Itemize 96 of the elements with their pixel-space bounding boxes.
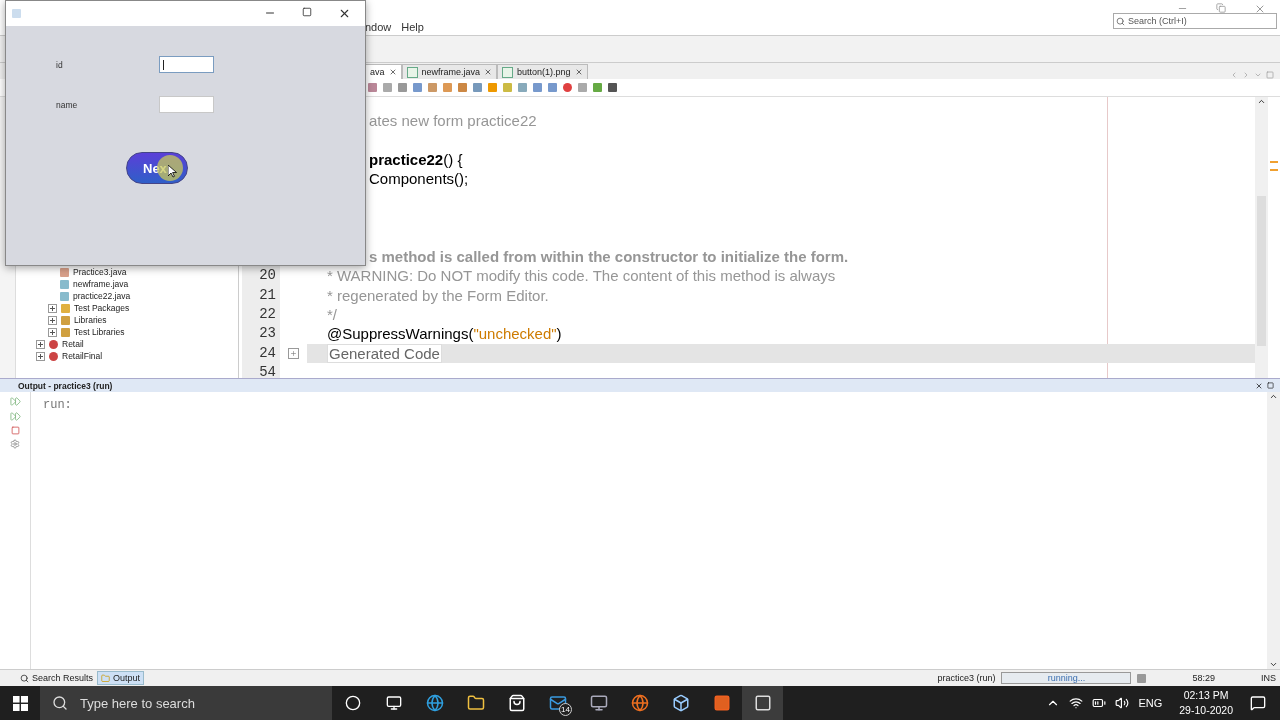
expand-icon[interactable] — [36, 339, 45, 349]
folder-icon — [466, 694, 485, 712]
volume-icon — [1115, 696, 1130, 710]
bottom-tab[interactable]: Output — [97, 671, 145, 685]
scroll-up-icon — [1269, 392, 1278, 401]
mouse-cursor-icon — [168, 165, 177, 178]
settings-icon — [10, 439, 20, 449]
file-icon — [406, 66, 418, 78]
field-label: name — [56, 99, 79, 110]
code-text: @SuppressWarnings( — [327, 325, 474, 343]
browser-icon — [425, 694, 444, 712]
menu-item[interactable]: ndow — [365, 21, 392, 33]
output-title: Output - practice3 (run) — [18, 380, 113, 391]
app-icon — [712, 694, 731, 712]
expand-icon[interactable] — [36, 351, 45, 361]
code-text: */ — [327, 305, 337, 323]
rerun-icon — [9, 396, 21, 407]
store-icon — [507, 694, 526, 712]
line-number: 22 — [259, 305, 276, 322]
maximize-icon — [1267, 381, 1274, 389]
tree-item[interactable]: Libraries — [74, 315, 107, 325]
line-number: 21 — [259, 286, 276, 303]
caret-position: 58:29 — [1191, 673, 1216, 683]
battery-icon — [1092, 696, 1107, 710]
line-number: 54 — [259, 364, 276, 378]
line-number: 20 — [259, 267, 276, 284]
bottom-tab[interactable]: Search Results — [16, 671, 98, 685]
close-icon — [484, 68, 493, 76]
tree-item[interactable]: practice22.java — [73, 291, 131, 301]
clock-time[interactable]: 02:13 PM — [1183, 688, 1229, 703]
next-button[interactable]: Nex — [126, 152, 188, 184]
mail-badge: 14 — [559, 703, 572, 716]
stop-icon[interactable] — [578, 83, 587, 92]
notifications-icon — [1250, 695, 1266, 711]
taskbar-search-field[interactable]: Type here to search — [40, 686, 332, 720]
close-icon — [338, 7, 351, 20]
tree-item[interactable]: Test Libraries — [74, 327, 125, 337]
browser-icon — [630, 694, 649, 712]
insert-mode: INS — [1261, 673, 1276, 683]
close-icon — [388, 68, 397, 76]
text-field[interactable] — [159, 56, 214, 73]
restore-icon — [1216, 3, 1226, 13]
code-text: s method is called from within the constructor to initialize the form. — [369, 247, 849, 265]
menu-item[interactable]: Help — [401, 21, 424, 33]
wifi-icon — [1069, 696, 1084, 710]
code-text: ) — [556, 325, 562, 343]
output-text: run: — [43, 398, 72, 412]
field-label: id — [56, 59, 64, 70]
search-field[interactable]: Search (Ctrl+I) — [1113, 13, 1277, 29]
text-field[interactable] — [159, 96, 214, 113]
expand-fold-icon[interactable] — [288, 347, 299, 359]
file-icon — [502, 66, 514, 78]
code-text: practice22 — [369, 150, 444, 168]
dropdown-icon — [1254, 71, 1262, 79]
search-icon — [1116, 16, 1125, 26]
windows-logo-icon[interactable] — [12, 695, 28, 711]
expand-icon[interactable] — [48, 315, 57, 325]
tree-item[interactable]: Test Packages — [74, 303, 130, 313]
monitor-icon — [589, 694, 608, 712]
cortana-icon — [344, 695, 361, 711]
line-number: 24 — [259, 344, 276, 361]
code-text: () { — [443, 150, 463, 168]
code-text: Components(); — [369, 170, 469, 188]
code-text: * WARNING: Do NOT modify this code. The content of this method is always — [327, 267, 836, 285]
language-indicator[interactable]: ENG — [1138, 697, 1163, 709]
status-task: practice3 (run) — [937, 673, 996, 683]
maximize-icon — [1266, 71, 1274, 79]
cube-icon — [671, 694, 690, 712]
stop-icon — [10, 426, 20, 435]
tree-item[interactable]: newframe.java — [73, 279, 129, 289]
tree-item[interactable]: RetailFinal — [62, 351, 103, 361]
search-icon — [52, 695, 68, 711]
scroll-up-icon — [1257, 97, 1266, 106]
tree-item[interactable]: Retail — [62, 339, 84, 349]
record-icon[interactable] — [563, 83, 572, 92]
close-icon — [1254, 3, 1266, 15]
close-icon — [574, 68, 583, 76]
code-text: ates new form practice22 — [369, 112, 537, 129]
tree-item[interactable]: Practice3.java — [73, 267, 127, 277]
editor-tab[interactable]: button(1).png — [497, 64, 588, 79]
close-icon — [1255, 381, 1263, 390]
expand-icon[interactable] — [48, 327, 57, 337]
search-icon — [20, 673, 29, 683]
rerun-icon — [9, 411, 21, 422]
folded-code[interactable]: Generated Code — [327, 343, 442, 363]
editor-tab[interactable]: newframe.java — [401, 64, 498, 79]
line-number: 23 — [259, 325, 276, 342]
maximize-icon — [302, 7, 312, 17]
folder-icon — [101, 673, 111, 683]
code-text: "unchecked" — [473, 325, 557, 343]
task-view-icon — [385, 695, 402, 711]
editor-tab[interactable]: ava — [365, 64, 402, 79]
code-text: * regenerated by the Form Editor. — [327, 286, 549, 304]
expand-icon[interactable] — [48, 303, 57, 313]
clock-date[interactable]: 29-10-2020 — [1179, 703, 1233, 718]
scroll-down-icon — [1269, 660, 1278, 669]
